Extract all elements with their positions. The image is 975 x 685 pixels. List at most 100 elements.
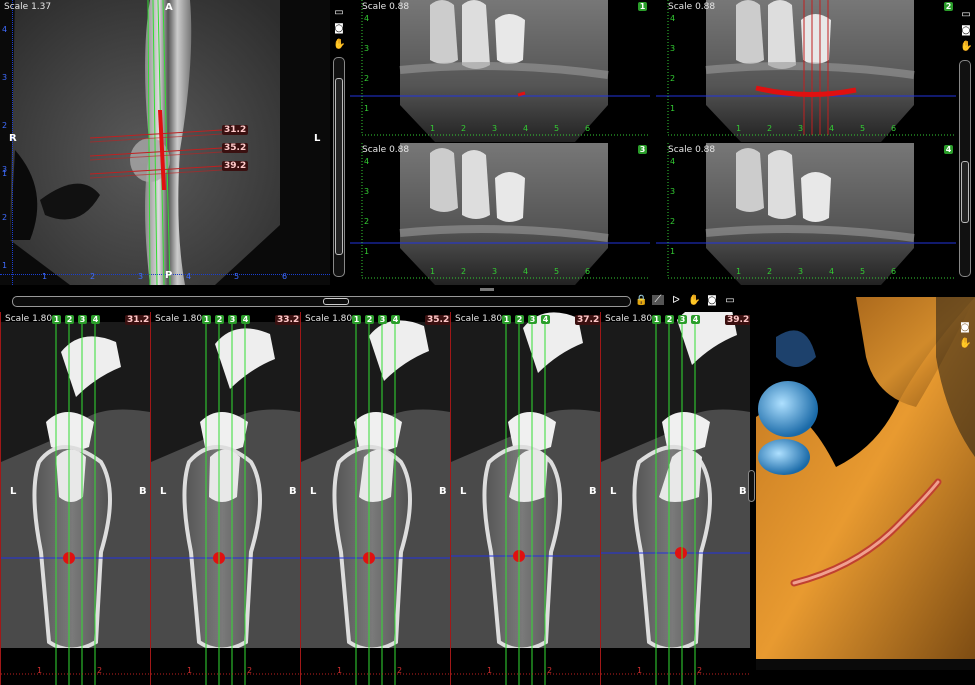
window-icon[interactable]: ▭	[724, 296, 736, 306]
cross-line-badge: 4	[391, 315, 400, 324]
ruler-tick: 2	[697, 666, 703, 675]
panoramic-scan-image	[350, 0, 650, 142]
scroll-thumb[interactable]	[335, 78, 343, 255]
cross-position-badge: 37.2	[575, 315, 600, 325]
ruler-tick: 4	[829, 267, 835, 276]
axial-vertical-scrollbar[interactable]	[333, 57, 345, 277]
orient-right: L	[314, 133, 321, 144]
ruler-tick: 3	[798, 124, 804, 133]
cross-section-image	[601, 312, 750, 685]
cross-line-badge: 4	[691, 315, 700, 324]
camera-icon[interactable]: ◙	[959, 323, 971, 333]
window-icon[interactable]: ▭	[333, 8, 345, 18]
panoramic-view-3[interactable]: Scale 0.88 3 4 3 2 1 1 2 3 4 5 6	[350, 143, 650, 285]
camera-icon[interactable]: ◙	[960, 26, 972, 36]
camera-icon[interactable]: ◙	[706, 296, 718, 306]
ruler-tick: 1	[736, 124, 742, 133]
pano-vertical-scrollbar[interactable]	[959, 60, 971, 277]
section-label-1: 31.2	[222, 125, 249, 135]
cross-section-31.2[interactable]: Scale 1.80 1 2 3 4 31.2 L B 1 2	[0, 312, 150, 685]
hand-icon[interactable]: ✋	[688, 296, 700, 306]
cross-section-35.2[interactable]: Scale 1.80 1 2 3 4 35.2 L B 1 2	[300, 312, 450, 685]
ruler-tick: 1	[187, 666, 193, 675]
scroll-thumb[interactable]	[323, 298, 349, 305]
ruler-tick: 1	[487, 666, 493, 675]
window-icon[interactable]: ▭	[960, 10, 972, 20]
hand-icon[interactable]: ✋	[960, 42, 972, 52]
cross-line-badge: 2	[65, 315, 74, 324]
orient-right: B	[739, 486, 747, 497]
ruler-tick: 3	[670, 44, 676, 53]
ruler-tick: 2	[670, 74, 676, 83]
splitter-handle[interactable]	[480, 288, 494, 291]
orient-right: B	[139, 486, 147, 497]
ruler-tick: 5	[860, 267, 866, 276]
cross-line-badge: 4	[541, 315, 550, 324]
orient-right: B	[589, 486, 597, 497]
ruler-tick: 2	[670, 217, 676, 226]
cross-section-33.2[interactable]: Scale 1.80 1 2 3 4 33.2 L B 1 2	[150, 312, 300, 685]
cross-line-badge: 3	[678, 315, 687, 324]
section-label-2: 35.2	[222, 143, 249, 153]
cross-line-badge: 1	[352, 315, 361, 324]
axial-toolbar: ▭ ◙ ✋	[330, 0, 348, 285]
ruler-tick: 1	[637, 666, 643, 675]
ruler-tick: 1	[430, 124, 436, 133]
panoramic-scale-label: Scale 0.88	[362, 145, 410, 155]
horizontal-scrollbar[interactable]	[12, 296, 631, 307]
orient-right: B	[439, 486, 447, 497]
scroll-thumb[interactable]	[961, 161, 969, 223]
nerve-icon[interactable]: ᐅ	[670, 296, 682, 306]
hand-icon[interactable]: ✋	[333, 40, 345, 50]
ruler-tick: 4	[364, 157, 370, 166]
cross-line-badge: 3	[528, 315, 537, 324]
ruler-tick: 6	[891, 124, 897, 133]
cross-line-badge: 2	[665, 315, 674, 324]
ruler-tick: 3	[798, 267, 804, 276]
cross-position-badge: 39.2	[725, 315, 750, 325]
ruler-icon[interactable]: ⟋	[652, 295, 664, 305]
cross-scale-label: Scale 1.80	[5, 314, 53, 324]
axial-scale-label: Scale 1.37	[4, 2, 52, 12]
cross-line-badge: 2	[215, 315, 224, 324]
panoramic-scale-label: Scale 0.88	[362, 2, 410, 12]
cross-line-badge: 3	[228, 315, 237, 324]
cross-line-badge: 1	[502, 315, 511, 324]
lock-icon[interactable]: 🔒	[635, 296, 647, 306]
orient-left: L	[10, 486, 17, 497]
ruler-tick: 6	[891, 267, 897, 276]
view-number-badge: 1	[638, 2, 647, 11]
cross-line-badge: 4	[91, 315, 100, 324]
ruler-tick: 3	[364, 187, 370, 196]
ruler-tick: 1	[736, 267, 742, 276]
cross-line-badge: 1	[652, 315, 661, 324]
cross-scale-label: Scale 1.80	[605, 314, 653, 324]
3d-view[interactable]: ▭ ◙ ✋	[756, 297, 975, 670]
cross-section-37.2[interactable]: Scale 1.80 1 2 3 4 37.2 L B 1 2	[450, 312, 600, 685]
ruler-tick: 1	[430, 267, 436, 276]
axial-overlay	[89, 0, 223, 285]
panoramic-view-1[interactable]: Scale 0.88 1 4 3 2 1 1 2 3 4 5 6	[350, 0, 650, 142]
hand-icon[interactable]: ✋	[959, 339, 971, 349]
window-icon[interactable]: ▭	[959, 307, 971, 317]
cross-scale-label: Scale 1.80	[155, 314, 203, 324]
panoramic-view-2[interactable]: Scale 0.88 2 4 3 2 1 1 2 3 4 5 6	[656, 0, 956, 142]
ruler-tick: 2	[461, 267, 467, 276]
pano-toolbar: ▭ ◙ ✋	[957, 0, 975, 285]
section-label-3: 39.2	[222, 161, 249, 171]
cross-section-image	[151, 320, 300, 685]
cross-section-39.2[interactable]: Scale 1.80 1 2 3 4 39.2 L B 1 2	[600, 312, 750, 685]
ruler-tick: 6	[585, 267, 591, 276]
cross-vertical-scrollbar[interactable]	[748, 470, 755, 502]
orient-left: L	[310, 486, 317, 497]
panoramic-view-4[interactable]: Scale 0.88 4 4 3 2 1 1 2 3 4 5 6	[656, 143, 956, 285]
camera-icon[interactable]: ◙	[333, 24, 345, 34]
ruler-tick: 4	[829, 124, 835, 133]
axial-view[interactable]: 4321321 123456 Scale 1.37 A R L P 31.2 3…	[0, 0, 330, 285]
ruler-tick: 1	[670, 104, 676, 113]
orient-left: R	[9, 133, 17, 144]
orient-top: A	[165, 2, 173, 13]
ruler-tick: 2	[767, 124, 773, 133]
cross-line-badge: 2	[515, 315, 524, 324]
cross-line-badge: 3	[378, 315, 387, 324]
